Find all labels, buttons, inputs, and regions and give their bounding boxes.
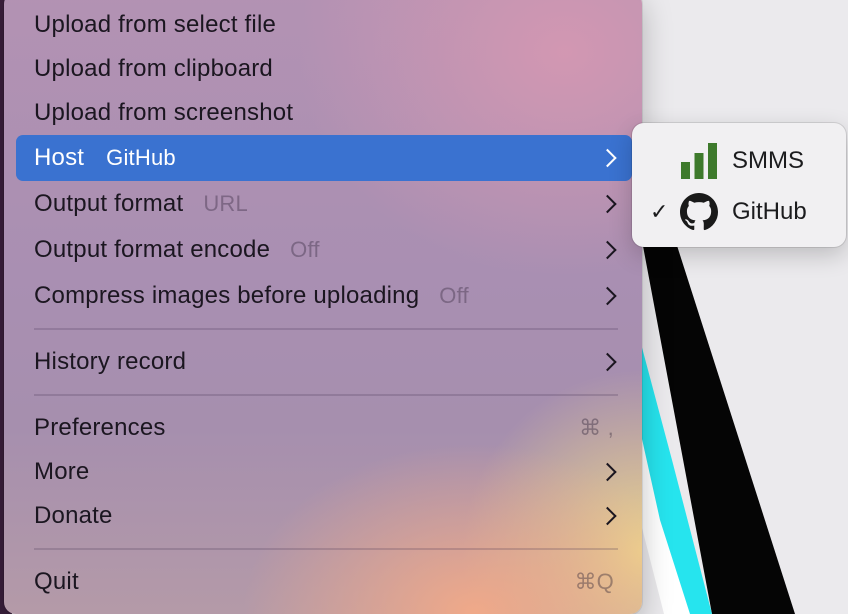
checkmark-icon: ✓ xyxy=(650,199,669,224)
menu-item-label: More xyxy=(34,458,90,485)
chevron-right-icon xyxy=(598,352,617,372)
submenu-item-label: GitHub xyxy=(732,198,807,225)
menu-item-output-format-encode[interactable]: Output format encode Off xyxy=(16,227,632,273)
status-bar-dropdown-menu: Upload from select file Upload from clip… xyxy=(4,0,642,614)
menu-separator xyxy=(34,548,618,550)
keyboard-shortcut: ⌘Q xyxy=(574,569,614,594)
menu-item-value: Off xyxy=(439,283,469,308)
menu-item-donate[interactable]: Donate xyxy=(16,493,632,539)
menu-item-label: Compress images before uploading xyxy=(34,282,420,309)
menu-item-label: History record xyxy=(34,348,187,375)
menu-item-upload-from-select-file[interactable]: Upload from select file xyxy=(16,2,632,48)
menu-item-value: GitHub xyxy=(106,145,176,170)
submenu-item-smms[interactable]: SMMS xyxy=(632,136,846,186)
menu-item-compress-images[interactable]: Compress images before uploading Off xyxy=(16,273,632,319)
submenu-item-label: SMMS xyxy=(732,147,804,174)
menu-item-preferences[interactable]: Preferences ⌘ , xyxy=(16,405,632,451)
menu-item-label: Donate xyxy=(34,502,113,529)
chevron-right-icon xyxy=(598,286,617,306)
signal-bars-icon xyxy=(681,143,717,179)
menu-item-value: Off xyxy=(290,237,320,262)
menu-item-host[interactable]: Host GitHub xyxy=(16,135,632,181)
submenu-item-github[interactable]: ✓ GitHub xyxy=(632,187,846,237)
menu-item-label: Upload from select file xyxy=(34,11,277,38)
menu-item-history-record[interactable]: History record xyxy=(16,339,632,385)
menu-item-output-format[interactable]: Output format URL xyxy=(16,181,632,227)
menu-separator xyxy=(34,328,618,330)
menu-item-upload-from-screenshot[interactable]: Upload from screenshot xyxy=(16,90,632,136)
github-icon xyxy=(680,193,718,231)
menu-item-label: Host xyxy=(34,144,85,171)
menu-item-label: Upload from screenshot xyxy=(34,99,294,126)
menu-item-label: Output format xyxy=(34,190,184,217)
chevron-right-icon xyxy=(598,506,617,526)
keyboard-shortcut: ⌘ , xyxy=(579,415,614,440)
chevron-right-icon xyxy=(598,148,617,168)
chevron-right-icon xyxy=(598,462,617,482)
menu-separator xyxy=(34,394,618,396)
menu-item-label: Output format encode xyxy=(34,236,271,263)
host-submenu: SMMS ✓ GitHub xyxy=(632,123,846,247)
menu-item-quit[interactable]: Quit ⌘Q xyxy=(16,559,632,605)
chevron-right-icon xyxy=(598,194,617,214)
menu-item-upload-from-clipboard[interactable]: Upload from clipboard xyxy=(16,46,632,92)
menu-item-label: Quit xyxy=(34,568,79,595)
menu-item-label: Preferences xyxy=(34,414,166,441)
menu-item-value: URL xyxy=(203,191,248,216)
menu-item-more[interactable]: More xyxy=(16,449,632,495)
chevron-right-icon xyxy=(598,240,617,260)
menu-item-label: Upload from clipboard xyxy=(34,55,273,82)
